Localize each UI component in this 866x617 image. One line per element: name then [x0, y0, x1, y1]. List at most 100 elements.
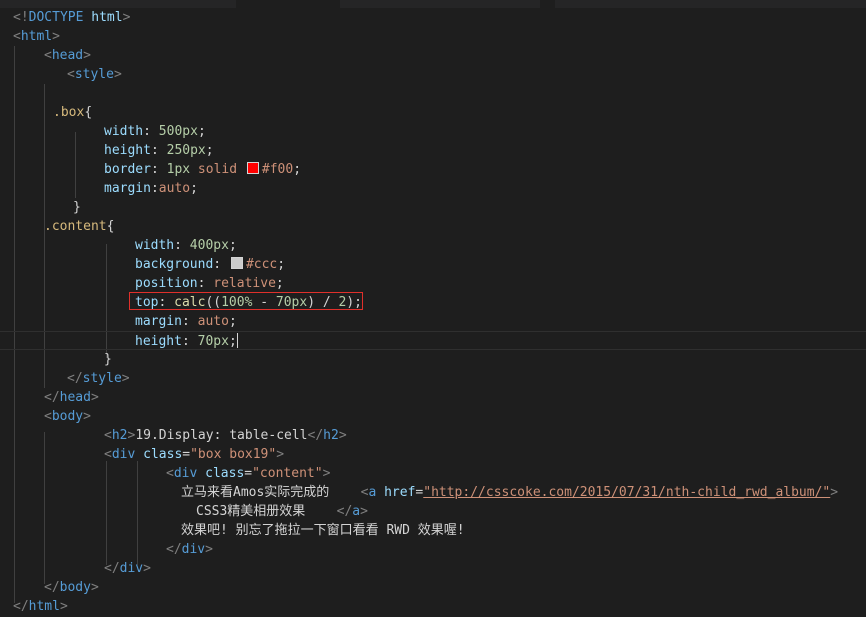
token: width — [104, 124, 144, 139]
code-line-8: height: 250px; — [0, 141, 866, 160]
token: ; — [228, 314, 237, 329]
token: < — [67, 67, 75, 82]
token: : — [150, 181, 159, 196]
token: ; — [293, 162, 302, 177]
tab-strip-segment — [0, 0, 236, 8]
token: href — [384, 485, 416, 500]
token: html — [28, 599, 60, 614]
code-line-21: </head> — [0, 388, 866, 407]
code-line-20: </style> — [0, 369, 866, 388]
token: margin — [104, 181, 151, 196]
code-line-22: <body> — [0, 407, 866, 426]
token: .content — [44, 219, 107, 234]
token: = — [244, 466, 253, 481]
code-line-6: .box{ — [0, 103, 866, 122]
token: > — [122, 10, 131, 25]
color-swatch-red[interactable] — [246, 162, 259, 174]
token: </ — [13, 599, 29, 614]
token: > — [276, 447, 285, 462]
token: > — [113, 67, 122, 82]
tab-strip-segment — [340, 0, 540, 8]
code-line-25: <div class="content"> — [0, 464, 866, 483]
token: > — [322, 466, 331, 481]
editor-tab-strip — [0, 0, 866, 8]
text-cursor — [236, 333, 238, 348]
code-line-19: } — [0, 350, 866, 369]
token: class — [205, 466, 245, 481]
token: solid — [190, 162, 245, 177]
code-line-2: <html> — [0, 27, 866, 46]
token: } — [104, 352, 112, 367]
token: auto — [158, 181, 191, 196]
token: > — [83, 409, 91, 424]
token: relative — [213, 276, 276, 291]
token: { — [106, 219, 115, 234]
token: </ — [44, 390, 60, 405]
token: > — [121, 371, 130, 386]
code-line-27: CSS3精美相册效果 </a> — [0, 502, 866, 521]
token: div — [173, 466, 198, 481]
token: > — [205, 542, 213, 557]
token: <! — [13, 10, 29, 25]
token: body — [51, 409, 84, 424]
token: > — [59, 599, 68, 614]
token: : — [197, 276, 214, 291]
token: div — [119, 561, 144, 576]
token: > — [360, 504, 368, 519]
token: > — [90, 580, 99, 595]
token: : — [150, 162, 167, 177]
code-line-28: 效果吧! 别忘了拖拉一下窗口看看 RWD 效果喔! — [0, 521, 866, 540]
token: </ — [104, 561, 120, 576]
token: html — [20, 29, 53, 44]
code-line-4: <style> — [0, 65, 866, 84]
token: : — [150, 143, 167, 158]
token: </ — [307, 428, 324, 443]
token: 19.Display: table-cell — [135, 428, 308, 443]
token: < — [104, 428, 112, 443]
token: ; — [197, 124, 206, 139]
token: body — [59, 580, 91, 595]
color-swatch-gray[interactable] — [230, 257, 243, 269]
token: </ — [166, 542, 182, 557]
token: 1px — [166, 162, 191, 177]
code-line-15: position: relative; — [0, 274, 866, 293]
token: margin — [135, 314, 182, 329]
token: } — [73, 200, 81, 215]
code-line-24: <div class="box box19"> — [0, 445, 866, 464]
token: width — [135, 238, 175, 253]
token: #f00 — [261, 162, 294, 177]
code-line-13: width: 400px; — [0, 236, 866, 255]
token: "box box19" — [190, 447, 277, 462]
token: : — [213, 257, 229, 272]
code-line-23: <h2>19.Display: table-cell</h2> — [0, 426, 866, 445]
token: .box — [53, 105, 85, 120]
token: < — [13, 29, 21, 44]
token: ; — [275, 276, 284, 291]
token: < — [44, 409, 52, 424]
token: background — [135, 257, 214, 272]
code-line-9: border: 1px solid #f00; — [0, 160, 866, 179]
token: head — [51, 48, 84, 63]
token: class — [143, 447, 183, 462]
token: ; — [277, 257, 286, 272]
token: { — [84, 105, 93, 120]
token: head — [59, 390, 91, 405]
token: : — [181, 334, 198, 349]
code-line-26: 立马来看Amos实际完成的 <a href="http://csscoke.co… — [0, 483, 866, 502]
code-line-31: </body> — [0, 578, 866, 597]
token: < — [166, 466, 174, 481]
token: < — [104, 447, 112, 462]
token: #ccc — [245, 257, 278, 272]
token: 400px — [189, 238, 229, 253]
code-line-3: <head> — [0, 46, 866, 65]
token: auto — [197, 314, 229, 329]
code-line-29: </div> — [0, 540, 866, 559]
token: : — [181, 314, 198, 329]
code-editor[interactable]: <!DOCTYPE html> <html> <head> <style> .b… — [0, 8, 866, 617]
code-line-14: background: #ccc; — [0, 255, 866, 274]
code-line-7: width: 500px; — [0, 122, 866, 141]
href-link[interactable]: "http://csscoke.com/2015/07/31/nth-child… — [423, 485, 830, 500]
